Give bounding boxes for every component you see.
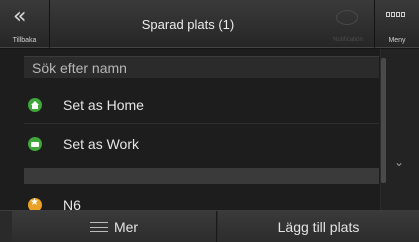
briefcase-icon: [28, 137, 42, 151]
list-item-n6[interactable]: N6: [24, 187, 379, 210]
menu-label: Meny: [388, 37, 406, 44]
saved-places-list: Sök efter namn Set as Home Set as Work N…: [0, 49, 380, 210]
list-lines-icon: [89, 222, 108, 232]
menu-grid-icon: [386, 12, 405, 17]
list-item-label: N6: [63, 197, 81, 210]
back-button[interactable]: « Tillbaka: [0, 0, 50, 48]
speech-bubble-icon: [336, 10, 358, 25]
home-icon: [28, 98, 42, 112]
back-label: Tillbaka: [12, 37, 37, 44]
back-chevron-icon: «: [13, 4, 27, 29]
more-button[interactable]: Mer: [12, 211, 217, 242]
divider: [24, 123, 379, 124]
menu-button[interactable]: Meny: [374, 0, 419, 48]
notification-button[interactable]: Notification: [322, 0, 374, 48]
notification-label: Notification: [333, 37, 363, 43]
list-item-set-home[interactable]: Set as Home: [24, 87, 379, 123]
add-place-button[interactable]: Lägg till plats: [218, 211, 419, 242]
scroll-down-icon[interactable]: ⌄: [394, 155, 404, 169]
top-bar: « Tillbaka Sparad plats (1) Notification…: [0, 0, 419, 48]
more-label: Mer: [113, 219, 139, 235]
scrollbar[interactable]: [381, 58, 386, 183]
list-item-label: Set as Home: [63, 97, 144, 113]
list-item-label: Set as Work: [63, 136, 139, 152]
section-separator: [24, 168, 379, 184]
bottom-bar: Mer Lägg till plats: [0, 210, 419, 242]
page-title: Sparad plats (1): [141, 16, 235, 32]
search-input[interactable]: Sök efter namn: [24, 56, 379, 78]
list-item-set-work[interactable]: Set as Work: [24, 126, 379, 162]
star-icon: [28, 197, 42, 210]
